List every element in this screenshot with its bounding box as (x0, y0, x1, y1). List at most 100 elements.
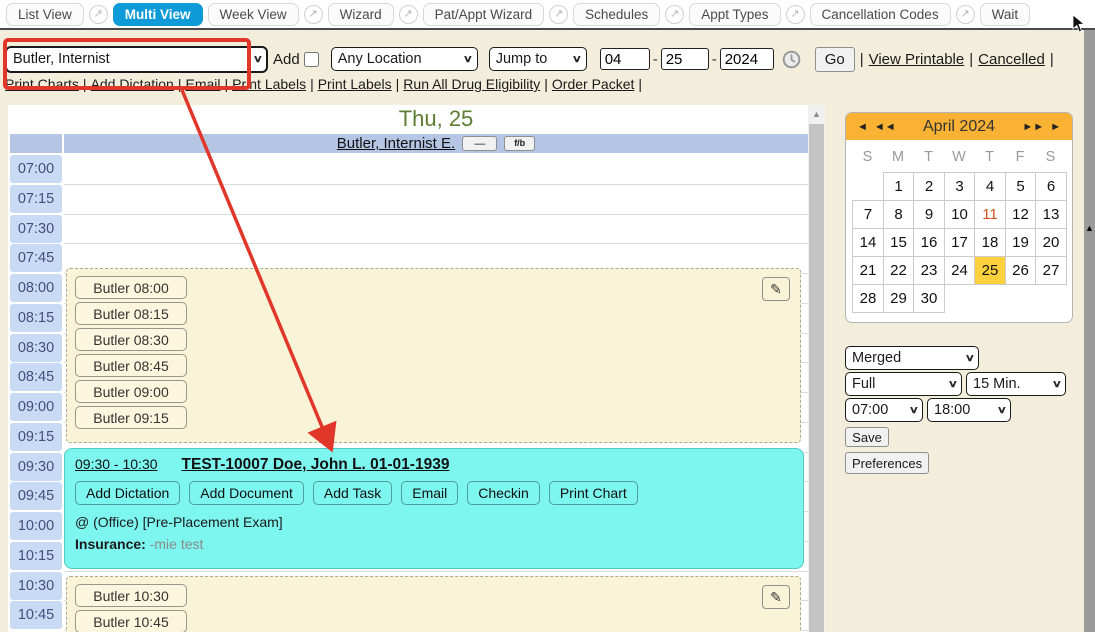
calendar-day-18[interactable]: 18 (974, 228, 1006, 257)
start-time-select[interactable]: 07:00 ∨ (845, 398, 923, 422)
external-link-icon[interactable]: ↗ (89, 5, 108, 24)
calendar-day-11[interactable]: 11 (974, 200, 1006, 229)
time-label[interactable]: 10:30 (10, 572, 62, 600)
tab-appt-types[interactable]: Appt Types (689, 3, 780, 26)
calendar-day-30[interactable]: 30 (913, 284, 945, 313)
calendar-day-3[interactable]: 3 (944, 172, 976, 201)
add-document-button[interactable]: Add Document (189, 481, 304, 505)
date-month-input[interactable] (600, 48, 650, 70)
external-link-icon[interactable]: ↗ (665, 5, 684, 24)
save-button[interactable]: Save (845, 427, 889, 447)
external-link-icon[interactable]: ↗ (304, 5, 323, 24)
time-label[interactable]: 09:45 (10, 482, 62, 510)
open-slot-button[interactable]: Butler 08:45 (75, 354, 187, 377)
add-task-button[interactable]: Add Task (313, 481, 392, 505)
location-select[interactable]: Any Location ∨ (331, 47, 478, 71)
view-mode-select[interactable]: Merged ∨ (845, 346, 979, 370)
time-label[interactable]: 09:15 (10, 423, 62, 451)
calendar-day-16[interactable]: 16 (913, 228, 945, 257)
calendar-day-19[interactable]: 19 (1005, 228, 1037, 257)
calendar-day-20[interactable]: 20 (1035, 228, 1067, 257)
collapse-column-button[interactable]: — (462, 136, 497, 151)
add-checkbox[interactable] (304, 52, 319, 67)
action-link-run-all-drug-eligibility[interactable]: Run All Drug Eligibility (403, 76, 540, 92)
calendar-day-14[interactable]: 14 (852, 228, 884, 257)
calendar-day-29[interactable]: 29 (883, 284, 915, 313)
external-link-icon[interactable]: ↗ (956, 5, 975, 24)
action-link-print-charts[interactable]: Print Charts (5, 76, 79, 92)
action-link-print-labels[interactable]: Print Labels (318, 76, 392, 92)
action-link-order-packet[interactable]: Order Packet (552, 76, 634, 92)
calendar-day-27[interactable]: 27 (1035, 256, 1067, 285)
time-label[interactable]: 08:15 (10, 304, 62, 332)
calendar-day-25[interactable]: 25 (974, 256, 1006, 285)
time-label[interactable]: 07:15 (10, 185, 62, 213)
schedule-cell[interactable] (64, 185, 808, 215)
tab-pat-appt-wizard[interactable]: Pat/Appt Wizard (423, 3, 545, 26)
calendar-day-28[interactable]: 28 (852, 284, 884, 313)
end-time-select[interactable]: 18:00 ∨ (927, 398, 1011, 422)
calendar-day-6[interactable]: 6 (1035, 172, 1067, 201)
add-dictation-button[interactable]: Add Dictation (75, 481, 180, 505)
date-day-input[interactable] (661, 48, 709, 70)
calendar-day-21[interactable]: 21 (852, 256, 884, 285)
scroll-up-icon[interactable]: ▲ (808, 105, 825, 123)
time-label[interactable]: 08:45 (10, 363, 62, 391)
calendar-day-23[interactable]: 23 (913, 256, 945, 285)
open-slot-button[interactable]: Butler 09:15 (75, 406, 187, 429)
edit-icon[interactable]: ✎ (762, 585, 790, 609)
calendar-day-13[interactable]: 13 (1035, 200, 1067, 229)
calendar-day-10[interactable]: 10 (944, 200, 976, 229)
time-label[interactable]: 08:30 (10, 334, 62, 362)
time-label[interactable]: 10:15 (10, 542, 62, 570)
email-button[interactable]: Email (401, 481, 458, 505)
tab-multi-view[interactable]: Multi View (113, 3, 203, 26)
tab-cancellation-codes[interactable]: Cancellation Codes (810, 3, 951, 26)
time-label[interactable]: 09:30 (10, 453, 62, 481)
open-slot-button[interactable]: Butler 09:00 (75, 380, 187, 403)
external-link-icon[interactable]: ↗ (786, 5, 805, 24)
calendar-day-24[interactable]: 24 (944, 256, 976, 285)
time-label[interactable]: 07:30 (10, 215, 62, 243)
open-slot-button[interactable]: Butler 10:45 (75, 610, 187, 632)
print-chart-button[interactable]: Print Chart (549, 481, 638, 505)
appointment-card[interactable]: 09:30 - 10:30 TEST-10007 Doe, John L. 01… (64, 448, 804, 569)
clock-icon[interactable] (782, 50, 801, 69)
tab-schedules[interactable]: Schedules (573, 3, 660, 26)
time-label[interactable]: 10:00 (10, 512, 62, 540)
tab-week-view[interactable]: Week View (208, 3, 299, 26)
calendar-day-7[interactable]: 7 (852, 200, 884, 229)
action-link-print-labels[interactable]: Print Labels (232, 76, 306, 92)
tab-wizard[interactable]: Wizard (328, 3, 394, 26)
time-label[interactable]: 09:00 (10, 393, 62, 421)
action-link-add-dictation[interactable]: Add Dictation (91, 76, 174, 92)
open-slot-button[interactable]: Butler 10:30 (75, 584, 187, 607)
next-year-icon[interactable]: ►► (1019, 121, 1047, 133)
checkin-button[interactable]: Checkin (467, 481, 540, 505)
provider-select[interactable]: Butler, Internist ∨ (5, 46, 268, 73)
time-label[interactable]: 07:45 (10, 244, 62, 272)
go-button[interactable]: Go (815, 47, 855, 72)
provider-link[interactable]: Butler, Internist E. (337, 135, 455, 152)
calendar-day-1[interactable]: 1 (883, 172, 915, 201)
prev-year-icon[interactable]: ◄◄ (871, 121, 899, 133)
calendar-day-2[interactable]: 2 (913, 172, 945, 201)
calendar-day-8[interactable]: 8 (883, 200, 915, 229)
cancelled-link[interactable]: Cancelled (978, 51, 1045, 68)
patient-link[interactable]: TEST-10007 Doe, John L. 01-01-1939 (182, 456, 450, 474)
tab-wait[interactable]: Wait (980, 3, 1031, 26)
calendar-day-4[interactable]: 4 (974, 172, 1006, 201)
calendar-day-17[interactable]: 17 (944, 228, 976, 257)
action-link-email[interactable]: Email (185, 76, 220, 92)
scrollbar-thumb[interactable] (809, 124, 824, 632)
time-label[interactable]: 07:00 (10, 155, 62, 183)
calendar-day-5[interactable]: 5 (1005, 172, 1037, 201)
tab-list-view[interactable]: List View (6, 3, 84, 26)
preferences-button[interactable]: Preferences (845, 452, 929, 474)
appointment-time-link[interactable]: 09:30 - 10:30 (75, 456, 158, 472)
external-link-icon[interactable]: ↗ (399, 5, 418, 24)
schedule-scrollbar[interactable]: ▲ (808, 105, 825, 632)
front-back-button[interactable]: f/b (504, 136, 535, 151)
time-label[interactable]: 10:45 (10, 601, 62, 629)
schedule-cell[interactable] (64, 215, 808, 245)
